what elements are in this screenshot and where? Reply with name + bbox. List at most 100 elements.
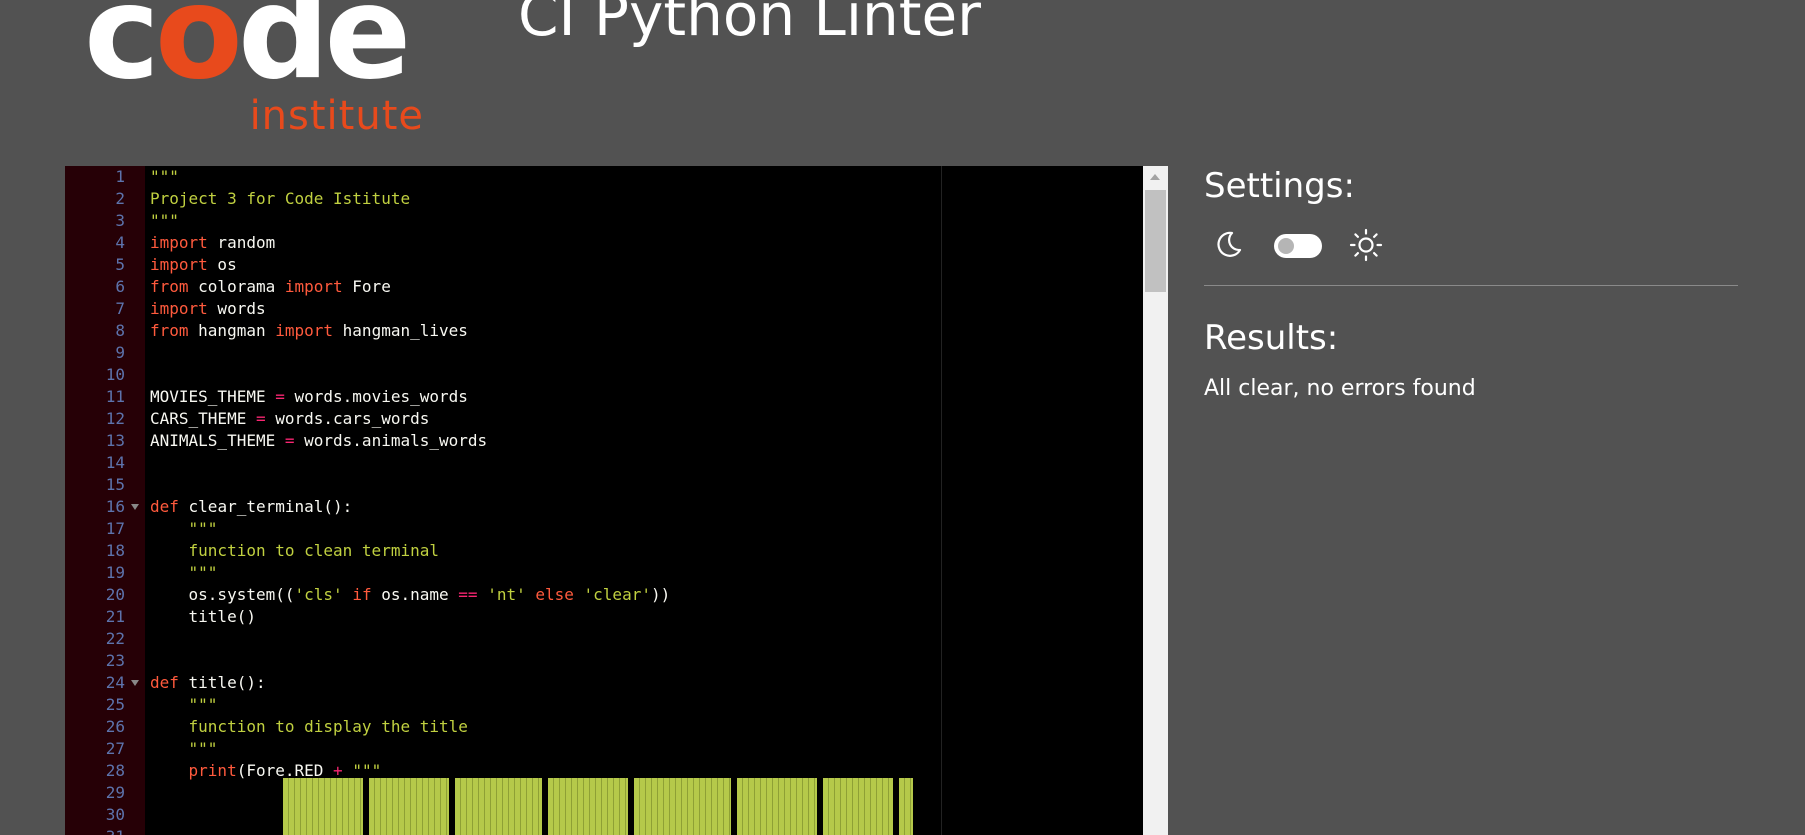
- code-line[interactable]: 22: [65, 628, 1143, 650]
- editor-scrollbar[interactable]: [1143, 166, 1168, 835]
- line-code: function to clean terminal: [150, 540, 439, 562]
- code-line[interactable]: 12 CARS_THEME = words.cars_words: [65, 408, 1143, 430]
- code-line[interactable]: 4 import random: [65, 232, 1143, 254]
- code-token: import: [150, 233, 208, 252]
- code-token: words.cars_words: [265, 409, 430, 428]
- line-number: 7: [115, 299, 125, 318]
- line-number: 1: [115, 167, 125, 186]
- code-line[interactable]: 10: [65, 364, 1143, 386]
- line-number: 26: [105, 717, 125, 736]
- sun-icon[interactable]: [1349, 228, 1383, 262]
- fold-arrow-icon[interactable]: [131, 680, 139, 686]
- code-line[interactable]: 17 """: [65, 518, 1143, 540]
- code-line[interactable]: 14: [65, 452, 1143, 474]
- line-number: 25: [105, 695, 125, 714]
- code-token: """: [188, 563, 218, 582]
- code-token: words.animals_words: [294, 431, 488, 450]
- ascii-art-title: [283, 778, 913, 835]
- line-code: """: [150, 166, 179, 188]
- ascii-letter: [283, 778, 363, 835]
- code-line[interactable]: 23: [65, 650, 1143, 672]
- code-token: else: [535, 585, 574, 604]
- page-title: CI Python Linter: [518, 0, 981, 49]
- code-line[interactable]: 13 ANIMALS_THEME = words.animals_words: [65, 430, 1143, 452]
- code-line[interactable]: 11 MOVIES_THEME = words.movies_words: [65, 386, 1143, 408]
- line-number: 15: [105, 475, 125, 494]
- code-token: import: [150, 255, 208, 274]
- scrollbar-thumb[interactable]: [1145, 190, 1166, 292]
- code-line[interactable]: 3 """: [65, 210, 1143, 232]
- line-number: 29: [105, 783, 125, 802]
- results-message: All clear, no errors found: [1204, 376, 1476, 401]
- code-editor[interactable]: 1 """ 2 Project 3 for Code Istitute 3 """ 4 imp…: [65, 166, 1143, 835]
- code-token: import: [150, 299, 208, 318]
- line-number: 28: [105, 761, 125, 780]
- code-token: import: [284, 277, 343, 296]
- ascii-letter: [823, 778, 894, 835]
- code-token: from: [150, 277, 189, 296]
- code-institute-logo[interactable]: code institute: [84, 0, 424, 140]
- code-line[interactable]: 21 title(): [65, 606, 1143, 628]
- line-number: 9: [115, 343, 125, 362]
- code-token: title():: [178, 673, 266, 692]
- code-line[interactable]: 16 def clear_terminal():: [65, 496, 1143, 518]
- line-number: 18: [105, 541, 125, 560]
- theme-toggle[interactable]: [1274, 234, 1322, 258]
- line-code: """: [150, 694, 218, 716]
- code-line[interactable]: 20 os.system(('cls' if os.name == 'nt' e…: [65, 584, 1143, 606]
- code-line[interactable]: 5 import os: [65, 254, 1143, 276]
- line-code: os.system(('cls' if os.name == 'nt' else…: [150, 584, 671, 606]
- code-line[interactable]: 19 """: [65, 562, 1143, 584]
- code-token: """: [150, 211, 179, 230]
- code-token: def: [150, 497, 179, 516]
- line-number: 23: [105, 651, 125, 670]
- line-number: 2: [115, 189, 125, 208]
- code-line[interactable]: 7 import words: [65, 298, 1143, 320]
- code-line[interactable]: 24 def title():: [65, 672, 1143, 694]
- code-token: print: [188, 761, 237, 780]
- fold-arrow-icon[interactable]: [131, 504, 139, 510]
- code-line[interactable]: 26 function to display the title: [65, 716, 1143, 738]
- code-line[interactable]: 9: [65, 342, 1143, 364]
- code-line[interactable]: 25 """: [65, 694, 1143, 716]
- code-line[interactable]: 2 Project 3 for Code Istitute: [65, 188, 1143, 210]
- line-code: import os: [150, 254, 237, 276]
- code-line[interactable]: 8 from hangman import hangman_lives: [65, 320, 1143, 342]
- code-token: random: [207, 233, 276, 252]
- code-token: 'clear': [583, 585, 651, 604]
- code-line[interactable]: 1 """: [65, 166, 1143, 188]
- ascii-letter: [368, 778, 449, 835]
- line-code: """: [150, 738, 218, 760]
- code-token: function to clean terminal: [188, 541, 439, 560]
- code-line[interactable]: 18 function to clean terminal: [65, 540, 1143, 562]
- line-code: title(): [150, 606, 256, 628]
- line-number: 13: [105, 431, 125, 450]
- code-token: """: [188, 519, 218, 538]
- ascii-letter: [548, 778, 629, 835]
- line-code: """: [150, 562, 218, 584]
- code-token: 'nt': [487, 585, 526, 604]
- line-code: from hangman import hangman_lives: [150, 320, 468, 342]
- line-code: import random: [150, 232, 275, 254]
- line-number: 27: [105, 739, 125, 758]
- line-number: 20: [105, 585, 125, 604]
- code-line[interactable]: 15: [65, 474, 1143, 496]
- code-token: function to display the title: [188, 717, 468, 736]
- line-code: ANIMALS_THEME = words.animals_words: [150, 430, 487, 452]
- line-number: 10: [105, 365, 125, 384]
- code-line[interactable]: 6 from colorama import Fore: [65, 276, 1143, 298]
- code-token: ANIMALS_THEME: [150, 431, 285, 450]
- ascii-letter: [454, 778, 543, 835]
- moon-icon[interactable]: [1212, 228, 1244, 260]
- line-number: 5: [115, 255, 125, 274]
- scroll-up-arrow[interactable]: [1150, 174, 1160, 180]
- code-token: hangman_lives: [333, 321, 468, 340]
- line-code: from colorama import Fore: [150, 276, 391, 298]
- code-token: words.movies_words: [284, 387, 468, 406]
- code-token: Project 3 for Code Istitute: [150, 189, 411, 208]
- code-token: )): [650, 585, 671, 604]
- code-line[interactable]: 27 """: [65, 738, 1143, 760]
